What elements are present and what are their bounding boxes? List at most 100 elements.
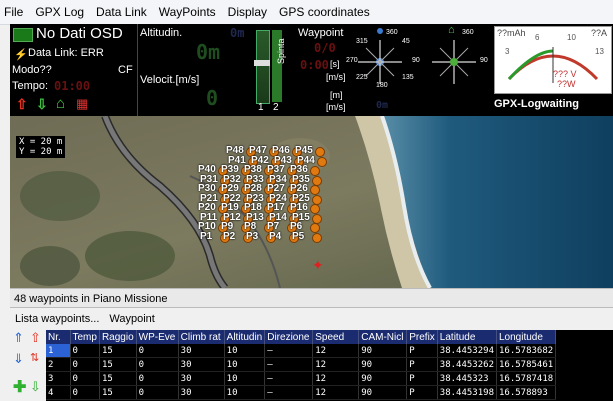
table-row[interactable]: 4 0 15 0 30 10—12 90 P 38.4453198 16.578893 (46, 385, 557, 400)
waypoint-value: 0/0 (314, 41, 336, 55)
table-cell[interactable]: 10 (224, 344, 266, 358)
col-latitude[interactable]: Latitude (437, 330, 497, 344)
table-cell[interactable]: 30 (178, 371, 225, 386)
table-cell[interactable]: 16.578893 (496, 385, 557, 400)
waypoint-marker[interactable] (312, 175, 322, 186)
add-wp-icon[interactable]: ✚ (13, 380, 26, 396)
col-speed[interactable]: Speed (312, 330, 360, 344)
waypoint-marker[interactable] (310, 166, 320, 176)
table-cell[interactable]: P (406, 357, 438, 372)
table-cell[interactable]: 30 (178, 357, 225, 372)
expand-down-icon[interactable]: ⇓ (13, 352, 24, 365)
waypoint-marker[interactable] (310, 204, 320, 214)
table-cell[interactable]: 38.4453294 (437, 344, 497, 358)
table-cell[interactable]: P (406, 371, 438, 386)
table-cell[interactable]: — (264, 385, 314, 400)
osd-divider (137, 24, 138, 116)
col-nr[interactable]: Nr. (46, 330, 71, 344)
col-raggio[interactable]: Raggio (99, 330, 137, 344)
waypoint-table[interactable]: Nr. Temp Raggio WP-Eve Climb rat Altitud… (46, 330, 557, 400)
table-cell[interactable]: 90 (358, 385, 408, 400)
table-cell[interactable]: 15 (99, 385, 137, 400)
col-direzione[interactable]: Direzione (264, 330, 314, 344)
table-cell[interactable]: 0 (70, 357, 100, 372)
waypoint-marker[interactable] (317, 156, 327, 167)
insert-wp-icon[interactable]: ⇅ (30, 352, 39, 365)
waypoint-marker[interactable] (312, 213, 322, 224)
table-cell[interactable]: 10 (224, 371, 266, 386)
table-cell[interactable]: 15 (99, 357, 137, 372)
table-cell[interactable]: 12 (312, 385, 360, 400)
home-icon[interactable]: ⌂ (56, 95, 65, 112)
table-cell[interactable]: 90 (358, 344, 408, 358)
table-cell[interactable]: 4 (46, 385, 71, 400)
col-climb-rate[interactable]: Climb rat (178, 330, 225, 344)
waypoint-marker[interactable] (312, 194, 322, 205)
waypoint-marker[interactable] (310, 185, 320, 195)
table-cell[interactable]: P (406, 385, 438, 400)
menu-file[interactable]: File (0, 0, 29, 24)
collapse-up-icon[interactable]: ⇑ (13, 331, 24, 344)
data-link-status: Data Link: ERR (28, 47, 104, 59)
col-altitude[interactable]: Altitudin (224, 330, 266, 344)
table-cell[interactable]: 3 (46, 371, 71, 386)
upload-icon[interactable]: ⇧ (16, 96, 28, 113)
table-cell[interactable]: 10 (224, 385, 266, 400)
table-cell[interactable]: 0 (136, 371, 179, 386)
table-cell[interactable]: 10 (224, 357, 266, 372)
table-cell[interactable]: — (264, 357, 314, 372)
table-cell[interactable]: 0 (70, 344, 100, 358)
menu-display[interactable]: Display (222, 0, 273, 24)
table-cell[interactable]: 16.5783682 (496, 344, 557, 358)
thrust-slider-handle[interactable] (254, 60, 270, 66)
table-cell[interactable]: 12 (312, 357, 360, 372)
table-cell[interactable]: 0 (136, 357, 179, 372)
menu-lista-waypoints[interactable]: Lista waypoints... (10, 308, 104, 330)
osd-status-indicator (13, 28, 33, 42)
table-cell[interactable]: 15 (99, 344, 137, 358)
table-cell[interactable]: 90 (358, 371, 408, 386)
table-cell[interactable]: 0 (136, 385, 179, 400)
table-cell[interactable]: 15 (99, 371, 137, 386)
table-cell[interactable]: — (264, 371, 314, 386)
table-cell[interactable]: 0 (70, 371, 100, 386)
upload-wp-icon[interactable]: ⇧ (30, 331, 41, 344)
table-cell[interactable]: 30 (178, 344, 225, 358)
download-wp-icon[interactable]: ⇩ (30, 380, 41, 393)
thrust-slider[interactable] (256, 30, 270, 104)
table-row[interactable]: 3 0 15 0 30 10—12 90 P 38.445323 16.5787418 (46, 371, 557, 386)
menu-waypoints[interactable]: WayPoints (153, 0, 222, 24)
col-temp[interactable]: Temp (70, 330, 100, 344)
table-cell[interactable]: 12 (312, 344, 360, 358)
waypoint-marker[interactable] (312, 232, 322, 243)
col-prefix[interactable]: Prefix (406, 330, 438, 344)
table-cell[interactable]: 16.5785461 (496, 357, 557, 372)
menu-gps-coordinates[interactable]: GPS coordinates (273, 0, 376, 24)
waypoint-marker[interactable] (310, 223, 320, 233)
table-cell[interactable]: 0 (70, 385, 100, 400)
download-icon[interactable]: ⇩ (36, 96, 48, 113)
menu-waypoint[interactable]: Waypoint (104, 308, 159, 330)
table-cell[interactable]: 16.5787418 (496, 371, 557, 386)
col-cam-nick[interactable]: CAM-Nicl (358, 330, 408, 344)
table-row[interactable]: 2 0 15 0 30 10—12 90 P 38.4453262 16.5785461 (46, 357, 557, 372)
waypoint-marker[interactable] (315, 147, 325, 157)
table-cell[interactable]: 38.445323 (437, 371, 497, 386)
menu-data-link[interactable]: Data Link (90, 0, 153, 24)
menu-gpx-log[interactable]: GPX Log (29, 0, 90, 24)
map-view[interactable]: X = 20 m Y = 20 m P48 P47 P46 P45 P41 P42 P43 P… (10, 116, 613, 288)
col-wp-event[interactable]: WP-Eve (136, 330, 179, 344)
table-cell[interactable]: 30 (178, 385, 225, 400)
col-longitude[interactable]: Longitude (496, 330, 557, 344)
table-cell[interactable]: 2 (46, 357, 71, 372)
table-cell[interactable]: 0 (136, 344, 179, 358)
table-cell[interactable]: 38.4453262 (437, 357, 497, 372)
table-row[interactable]: 1 0 15 0 30 10—12 90 P 38.4453294 16.5783682 (46, 344, 557, 358)
table-cell[interactable]: P (406, 344, 438, 358)
table-cell[interactable]: 38.4453198 (437, 385, 497, 400)
table-cell[interactable]: 90 (358, 357, 408, 372)
table-cell[interactable]: — (264, 344, 314, 358)
table-cell[interactable]: 1 (46, 344, 71, 358)
grid-icon[interactable]: ▦ (76, 96, 88, 112)
table-cell[interactable]: 12 (312, 371, 360, 386)
